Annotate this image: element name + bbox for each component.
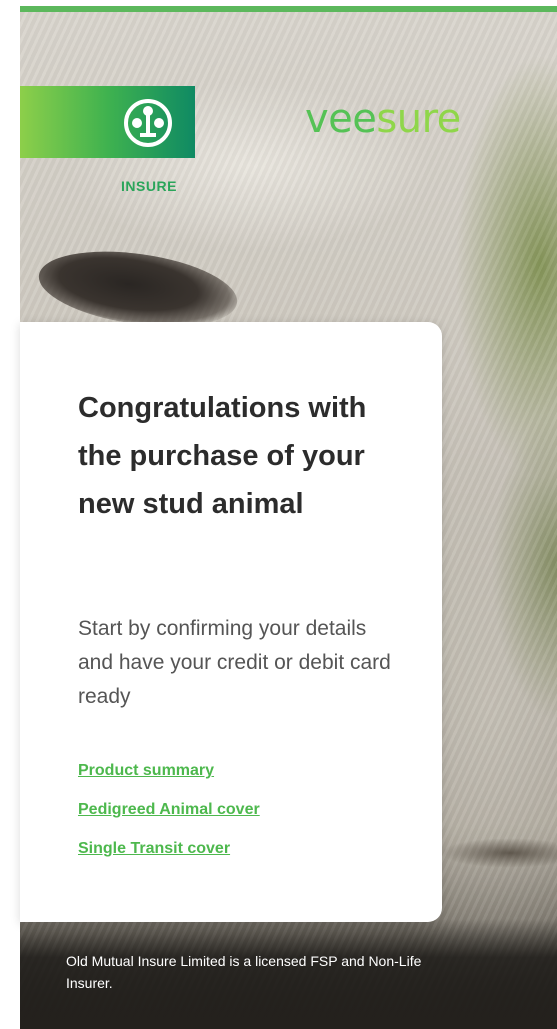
single-transit-cover-link[interactable]: Single Transit cover [78,840,230,858]
brand-name-part-2: sure [376,96,461,142]
footer-disclaimer: Old Mutual Insure Limited is a licensed … [66,953,422,991]
welcome-card: Congratulations with the purchase of you… [20,322,442,922]
veesure-logo: veesure [305,96,461,142]
old-mutual-tree-icon [124,99,172,147]
top-green-strip [20,6,557,12]
brand-name-part-1: vee [305,96,377,142]
pedigreed-animal-cover-link[interactable]: Pedigreed Animal cover [78,801,260,819]
page: INSURE veesure Congratulations with the … [0,0,557,1029]
product-summary-link[interactable]: Product summary [78,762,214,780]
partner-logo-label: INSURE [121,178,177,194]
card-description: Start by confirming your details and hav… [78,617,391,708]
card-title: Congratulations with the purchase of you… [78,392,367,520]
